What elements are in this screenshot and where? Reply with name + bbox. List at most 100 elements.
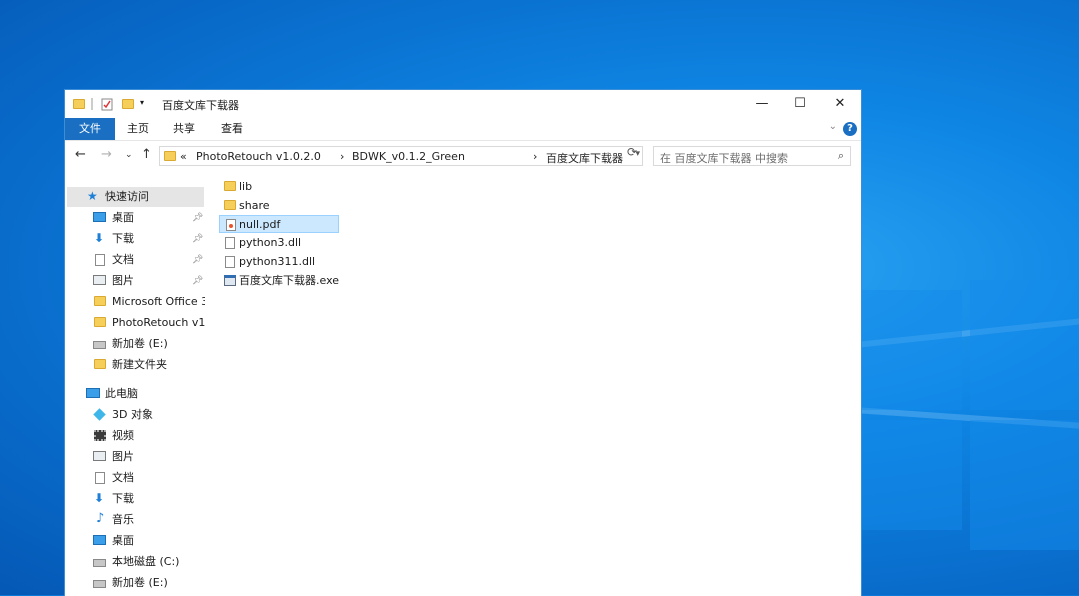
folder-icon <box>224 181 236 193</box>
sidebar-item-3d-objects[interactable]: 3D 对象 <box>65 405 205 425</box>
sidebar-item-label: 此电脑 <box>105 387 138 400</box>
sidebar-item-label: 桌面 <box>112 534 134 547</box>
sidebar-item-drive-e[interactable]: 新加卷 (E:) <box>65 334 205 354</box>
drive-icon <box>93 338 106 350</box>
breadcrumb-photoretouch[interactable]: PhotoRetouch v1.0.2.0 <box>196 150 321 163</box>
refresh-button[interactable]: ⟳ <box>627 145 637 159</box>
sidebar-item-label: 文档 <box>112 471 134 484</box>
sidebar-item-desktop-pc[interactable]: 桌面 <box>65 531 205 551</box>
breadcrumb-current[interactable]: 百度文库下载器 <box>546 150 623 166</box>
breadcrumb-bdwk[interactable]: BDWK_v0.1.2_Green <box>352 150 465 163</box>
desktop-icon <box>93 212 106 224</box>
sidebar-item-documents[interactable]: 文档 📌︎ <box>65 250 205 270</box>
file-name: python3.dll <box>239 236 302 249</box>
sidebar-item-this-pc[interactable]: 此电脑 <box>65 384 205 404</box>
tab-file[interactable]: 文件 <box>65 118 115 140</box>
download-icon: ⬇ <box>94 491 105 505</box>
download-icon: ⬇ <box>94 231 105 245</box>
search-placeholder: 在 百度文库下载器 中搜索 <box>660 152 788 165</box>
sidebar-item-label: 本地磁盘 (C:) <box>112 555 180 568</box>
title-bar: ▾ 百度文库下载器 — ☐ ✕ <box>65 90 861 118</box>
up-button[interactable]: ↑ <box>141 147 152 162</box>
drive-icon <box>93 556 106 568</box>
sidebar-item-pictures[interactable]: 图片 📌︎ <box>65 271 205 291</box>
address-bar[interactable]: « PhotoRetouch v1.0.2.0 › BDWK_v0.1.2_Gr… <box>159 146 643 166</box>
tab-home[interactable]: 主页 <box>120 118 156 140</box>
file-name: python311.dll <box>239 255 316 268</box>
sidebar-item-pictures-pc[interactable]: 图片 <box>65 447 205 467</box>
pdf-icon <box>226 219 238 231</box>
search-input[interactable]: 在 百度文库下载器 中搜索 ⌕ <box>653 146 851 166</box>
sidebar-item-label: 桌面 <box>112 211 134 224</box>
sidebar-item-label: Microsoft Office 3 <box>112 295 205 308</box>
desktop-icon <box>93 535 106 547</box>
breadcrumb-overflow[interactable]: « <box>180 150 187 163</box>
sidebar-item-downloads-pc[interactable]: ⬇ 下载 <box>65 489 205 509</box>
file-list: lib share null.pdf python3.dll python311… <box>217 178 861 596</box>
properties-icon[interactable] <box>101 97 113 111</box>
sidebar-item-label: 新加卷 (E:) <box>112 576 168 589</box>
sidebar-item-new-folder[interactable]: 新建文件夹 <box>65 355 205 375</box>
3d-objects-icon <box>93 408 107 421</box>
star-icon: ★ <box>87 189 98 203</box>
dll-file-icon <box>225 237 237 249</box>
sidebar-item-label: 图片 <box>112 274 134 287</box>
tab-share[interactable]: 共享 <box>166 118 202 140</box>
pin-icon: 📌︎ <box>192 276 204 286</box>
expand-ribbon-icon[interactable]: ⌄ <box>829 121 837 132</box>
file-name: 百度文库下载器.exe <box>239 274 340 287</box>
pin-icon: 📌︎ <box>192 234 204 244</box>
breadcrumb-separator: › <box>340 150 345 163</box>
help-icon[interactable]: ? <box>843 122 857 136</box>
computer-icon <box>86 388 100 400</box>
logo-pane <box>862 290 962 410</box>
application-icon <box>224 275 236 287</box>
sidebar-item-label: 3D 对象 <box>112 408 153 421</box>
file-item-null-pdf[interactable]: null.pdf <box>219 215 339 233</box>
drive-icon <box>93 577 106 589</box>
pin-icon: 📌︎ <box>192 255 204 265</box>
sidebar-item-videos[interactable]: 视频 <box>65 426 205 446</box>
tab-view[interactable]: 查看 <box>214 118 250 140</box>
sidebar-item-label: 下载 <box>112 492 134 505</box>
sidebar-item-drive-c[interactable]: 本地磁盘 (C:) <box>65 552 205 572</box>
sidebar-item-label: 下载 <box>112 232 134 245</box>
sidebar-item-microsoft-office[interactable]: Microsoft Office 3 <box>65 292 205 312</box>
sidebar-item-documents-pc[interactable]: 文档 <box>65 468 205 488</box>
sidebar-item-label: PhotoRetouch v1.0 <box>112 316 205 329</box>
pin-icon: 📌︎ <box>192 213 204 223</box>
sidebar-item-drive-e-pc[interactable]: 新加卷 (E:) <box>65 573 205 593</box>
sidebar-item-desktop[interactable]: 桌面 📌︎ <box>65 208 205 228</box>
document-icon <box>95 472 108 484</box>
back-button[interactable]: ← <box>75 147 86 162</box>
sidebar-item-label: 新加卷 (E:) <box>112 337 168 350</box>
search-icon: ⌕ <box>837 149 844 162</box>
sidebar-item-label: 文档 <box>112 253 134 266</box>
folder-icon <box>224 200 236 212</box>
sidebar-item-label: 图片 <box>112 450 134 463</box>
breadcrumb-separator: › <box>533 150 538 163</box>
sidebar-item-downloads[interactable]: ⬇ 下载 📌︎ <box>65 229 205 249</box>
folder-icon <box>164 149 176 163</box>
sidebar-item-photoretouch[interactable]: PhotoRetouch v1.0 <box>65 313 205 333</box>
logo-pane <box>970 280 1079 410</box>
sidebar-item-quick-access[interactable]: ★ 快速访问 <box>67 187 204 207</box>
recent-locations-button[interactable]: ⌄ <box>125 150 133 160</box>
folder-icon <box>94 357 107 369</box>
new-folder-icon[interactable] <box>122 97 134 111</box>
sidebar-item-music[interactable]: ♪ 音乐 <box>65 510 205 530</box>
dll-file-icon <box>225 256 237 268</box>
forward-button[interactable]: → <box>101 147 112 162</box>
customize-quick-access-icon[interactable]: ▾ <box>140 98 152 112</box>
window-title: 百度文库下载器 <box>162 99 239 112</box>
navigation-pane: ★ 快速访问 桌面 📌︎ ⬇ 下载 📌︎ 文档 📌︎ 图片 📌︎ Microso… <box>65 178 215 596</box>
logo-pane <box>970 420 1079 550</box>
music-icon: ♪ <box>96 511 105 526</box>
picture-icon <box>93 275 106 287</box>
sidebar-item-label: 音乐 <box>112 513 134 526</box>
folder-icon <box>94 315 107 327</box>
sidebar-item-label: 快速访问 <box>105 190 149 203</box>
close-button[interactable]: ✕ <box>817 90 861 118</box>
file-name: null.pdf <box>239 218 281 231</box>
sidebar-item-label: 新建文件夹 <box>112 358 167 371</box>
